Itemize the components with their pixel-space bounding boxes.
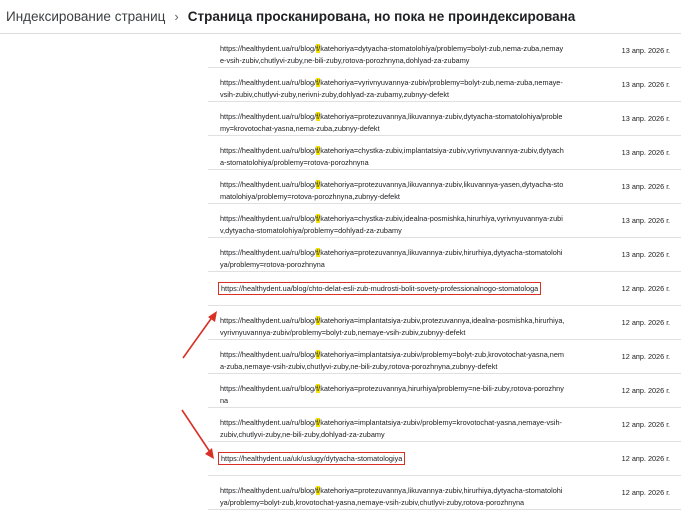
url-cell[interactable]: https://healthydent.ua/ru/blog/f/katehor… (220, 485, 565, 508)
crawl-date: 13 апр. 2026 г. (621, 250, 670, 259)
url-link[interactable]: https://healthydent.ua/blog/chto-delat-e… (217, 282, 542, 295)
url-cell[interactable]: https://healthydent.ua/blog/chto-delat-e… (217, 282, 565, 295)
url-cell[interactable]: https://healthydent.ua/ru/blog/f/katehor… (220, 213, 565, 236)
url-cell[interactable]: https://healthydent.ua/uk/uslugy/dytyach… (217, 452, 565, 465)
url-prefix: https://healthydent.ua/ru/blog/ (220, 214, 317, 223)
url-prefix: https://healthydent.ua/ru/blog/ (220, 350, 317, 359)
url-link[interactable]: https://healthydent.ua/ru/blog/f/katehor… (220, 418, 562, 439)
url-cell[interactable]: https://healthydent.ua/ru/blog/f/katehor… (220, 145, 565, 168)
annotation-arrow-2 (181, 409, 214, 459)
table-row[interactable]: https://healthydent.ua/ru/blog/f/katehor… (208, 476, 681, 510)
url-prefix: https://healthydent.ua/ru/blog/ (220, 384, 317, 393)
url-prefix: https://healthydent.ua/ru/blog/ (220, 44, 317, 53)
page-header: Индексирование страниц › Страница проска… (0, 0, 681, 34)
url-cell[interactable]: https://healthydent.ua/ru/blog/f/katehor… (220, 315, 565, 338)
url-cell[interactable]: https://healthydent.ua/ru/blog/f/katehor… (220, 43, 565, 66)
url-link[interactable]: https://healthydent.ua/ru/blog/f/katehor… (220, 146, 564, 167)
table-row[interactable]: https://healthydent.ua/ru/blog/f/katehor… (208, 204, 681, 238)
url-cell[interactable]: https://healthydent.ua/ru/blog/f/katehor… (220, 417, 565, 440)
table-row[interactable]: https://healthydent.ua/ru/blog/f/katehor… (208, 102, 681, 136)
url-link[interactable]: https://healthydent.ua/ru/blog/f/katehor… (220, 78, 563, 99)
crawl-date: 13 апр. 2026 г. (621, 114, 670, 123)
url-prefix: https://healthydent.ua/ru/blog/ (220, 316, 317, 325)
url-link[interactable]: https://healthydent.ua/ru/blog/f/katehor… (220, 248, 562, 269)
crawl-date: 13 апр. 2026 г. (621, 46, 670, 55)
url-cell[interactable]: https://healthydent.ua/ru/blog/f/katehor… (220, 383, 565, 406)
url-link[interactable]: https://healthydent.ua/ru/blog/f/katehor… (220, 350, 564, 371)
table-row[interactable]: https://healthydent.ua/ru/blog/f/katehor… (208, 170, 681, 204)
url-table: https://healthydent.ua/ru/blog/f/katehor… (208, 16, 681, 510)
url-prefix: https://healthydent.ua/blog/chto-delat-e… (221, 284, 539, 293)
crawl-date: 12 апр. 2026 г. (621, 352, 670, 361)
url-link[interactable]: https://healthydent.ua/ru/blog/f/katehor… (220, 486, 562, 507)
crawl-date: 13 апр. 2026 г. (621, 216, 670, 225)
breadcrumb-chevron-icon: › (174, 9, 179, 24)
crawl-date: 13 апр. 2026 г. (621, 148, 670, 157)
table-row[interactable]: https://healthydent.ua/ru/blog/f/katehor… (208, 374, 681, 408)
url-cell[interactable]: https://healthydent.ua/ru/blog/f/katehor… (220, 111, 565, 134)
url-prefix: https://healthydent.ua/ru/blog/ (220, 112, 317, 121)
url-link[interactable]: https://healthydent.ua/ru/blog/f/katehor… (220, 316, 564, 337)
table-row[interactable]: https://healthydent.ua/ru/blog/f/katehor… (208, 136, 681, 170)
table-row[interactable]: https://healthydent.ua/ru/blog/f/katehor… (208, 34, 681, 68)
url-prefix: https://healthydent.ua/ru/blog/ (220, 248, 317, 257)
table-row[interactable]: https://healthydent.ua/ru/blog/f/katehor… (208, 340, 681, 374)
table-row[interactable]: https://healthydent.ua/ru/blog/f/katehor… (208, 306, 681, 340)
url-cell[interactable]: https://healthydent.ua/ru/blog/f/katehor… (220, 179, 565, 202)
crawl-date: 13 апр. 2026 г. (621, 182, 670, 191)
url-link[interactable]: https://healthydent.ua/ru/blog/f/katehor… (220, 180, 563, 201)
table-row[interactable]: https://healthydent.ua/blog/chto-delat-e… (208, 272, 681, 306)
url-link[interactable]: https://healthydent.ua/ru/blog/f/katehor… (220, 44, 563, 65)
url-link[interactable]: https://healthydent.ua/uk/uslugy/dytyach… (217, 452, 406, 465)
url-prefix: https://healthydent.ua/ru/blog/ (220, 180, 317, 189)
crawl-date: 12 апр. 2026 г. (621, 318, 670, 327)
table-row[interactable]: https://healthydent.ua/uk/uslugy/dytyach… (208, 442, 681, 476)
url-link[interactable]: https://healthydent.ua/ru/blog/f/katehor… (220, 214, 563, 235)
url-cell[interactable]: https://healthydent.ua/ru/blog/f/katehor… (220, 349, 565, 372)
url-prefix: https://healthydent.ua/ru/blog/ (220, 486, 317, 495)
url-link[interactable]: https://healthydent.ua/ru/blog/f/katehor… (220, 384, 564, 405)
page-title: Страница просканирована, но пока не прои… (187, 9, 576, 24)
url-prefix: https://healthydent.ua/uk/uslugy/dytyach… (221, 454, 403, 463)
url-link[interactable]: https://healthydent.ua/ru/blog/f/katehor… (220, 112, 562, 133)
url-prefix: https://healthydent.ua/ru/blog/ (220, 78, 317, 87)
url-cell[interactable]: https://healthydent.ua/ru/blog/f/katehor… (220, 247, 565, 270)
table-row[interactable]: https://healthydent.ua/ru/blog/f/katehor… (208, 238, 681, 272)
crawl-date: 12 апр. 2026 г. (621, 420, 670, 429)
breadcrumb-parent-link[interactable]: Индексирование страниц (6, 9, 165, 24)
table-row[interactable]: https://healthydent.ua/ru/blog/f/katehor… (208, 68, 681, 102)
url-prefix: https://healthydent.ua/ru/blog/ (220, 146, 317, 155)
crawl-date: 12 апр. 2026 г. (621, 454, 670, 463)
annotation-arrow-1 (182, 311, 217, 359)
table-row[interactable]: https://healthydent.ua/ru/blog/f/katehor… (208, 408, 681, 442)
crawl-date: 12 апр. 2026 г. (621, 386, 670, 395)
crawl-date: 12 апр. 2026 г. (621, 284, 670, 293)
url-prefix: https://healthydent.ua/ru/blog/ (220, 418, 317, 427)
crawl-date: 13 апр. 2026 г. (621, 80, 670, 89)
url-cell[interactable]: https://healthydent.ua/ru/blog/f/katehor… (220, 77, 565, 100)
crawl-date: 12 апр. 2026 г. (621, 488, 670, 497)
